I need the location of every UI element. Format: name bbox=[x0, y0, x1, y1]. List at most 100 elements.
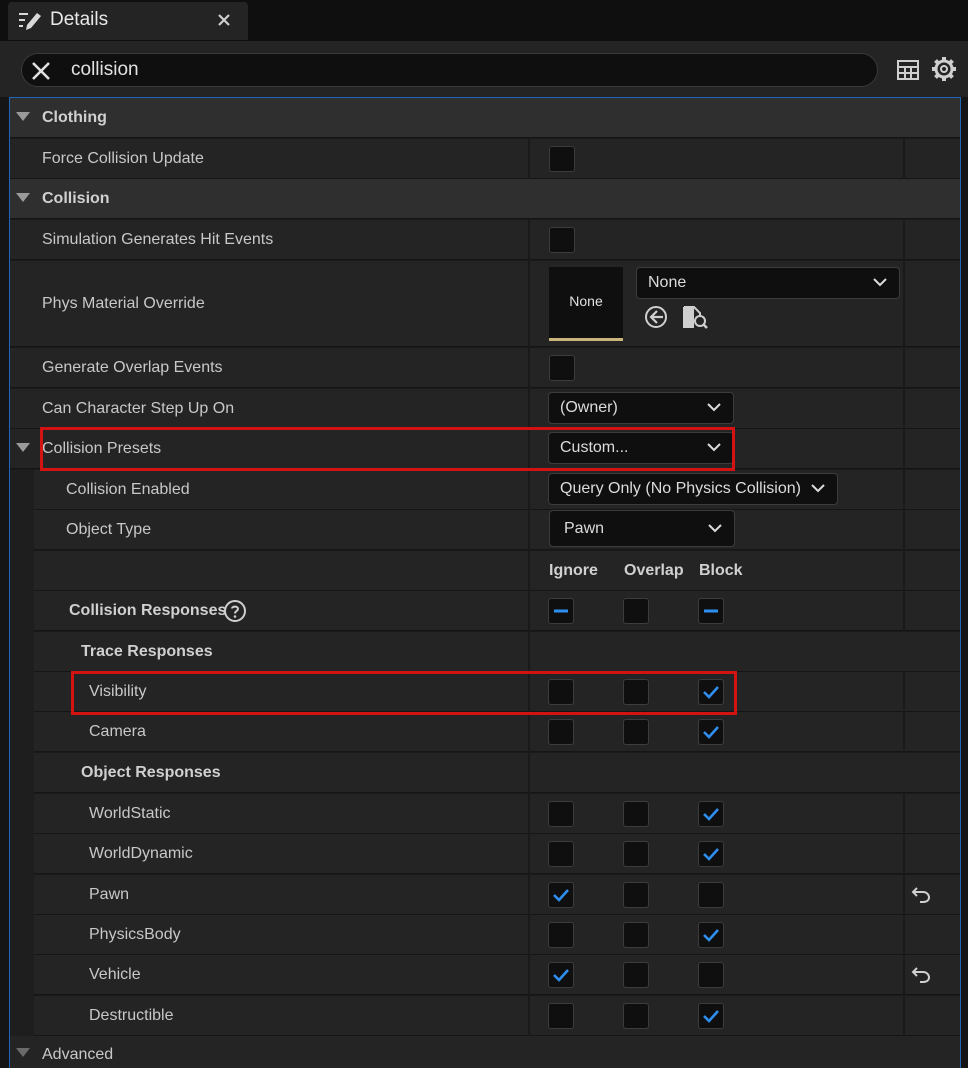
property-row: Object Type Pawn bbox=[34, 510, 960, 550]
block-checkbox[interactable] bbox=[698, 1002, 724, 1029]
collision-responses-ignore-checkbox[interactable] bbox=[548, 598, 574, 624]
property-row: Collision Presets Custom... bbox=[10, 429, 960, 469]
overlap-checkbox[interactable] bbox=[623, 921, 649, 948]
channel-label: Pawn bbox=[89, 885, 130, 903]
ignore-checkbox[interactable] bbox=[548, 1002, 574, 1029]
expand-arrow-icon[interactable] bbox=[16, 112, 30, 121]
table-view-icon[interactable] bbox=[896, 58, 920, 82]
details-tab[interactable]: Details bbox=[8, 2, 248, 40]
ignore-checkbox[interactable] bbox=[548, 719, 574, 746]
details-panel: Clothing Force Collision Update Collisio… bbox=[9, 97, 961, 1068]
chevron-down-icon bbox=[707, 443, 721, 452]
edit-details-icon bbox=[19, 13, 41, 30]
block-checkbox[interactable] bbox=[698, 921, 724, 948]
search-box[interactable] bbox=[21, 53, 878, 87]
ignore-checkbox[interactable] bbox=[548, 962, 574, 989]
block-checkbox[interactable] bbox=[698, 719, 724, 746]
dropdown-value: (Owner) bbox=[560, 399, 618, 416]
property-label: Collision Responses bbox=[69, 602, 227, 619]
search-input[interactable] bbox=[71, 57, 851, 83]
property-row: Force Collision Update bbox=[10, 139, 960, 179]
overlap-checkbox[interactable] bbox=[623, 801, 649, 827]
category-clothing[interactable]: Clothing bbox=[10, 98, 960, 138]
collision-responses-overlap-checkbox[interactable] bbox=[623, 598, 649, 624]
gear-icon[interactable] bbox=[931, 56, 957, 82]
ignore-checkbox[interactable] bbox=[548, 679, 574, 705]
ignore-checkbox[interactable] bbox=[548, 881, 574, 908]
channel-row: Pawn bbox=[34, 874, 960, 915]
asset-thumbnail[interactable]: None bbox=[549, 267, 623, 341]
expand-arrow-icon[interactable] bbox=[16, 1048, 30, 1057]
category-advanced[interactable]: Advanced bbox=[10, 1036, 960, 1068]
ignore-checkbox[interactable] bbox=[548, 921, 574, 948]
tab-bar: Details bbox=[0, 0, 968, 41]
reset-to-default-icon[interactable] bbox=[911, 966, 931, 984]
property-row: Simulation Generates Hit Events bbox=[10, 220, 960, 260]
channel-label: Visibility bbox=[89, 683, 147, 700]
clear-search-icon[interactable] bbox=[30, 60, 52, 82]
overlap-checkbox[interactable] bbox=[623, 962, 649, 989]
thumbnail-label: None bbox=[569, 293, 603, 309]
channel-label: Vehicle bbox=[89, 966, 141, 984]
reset-to-default-icon[interactable] bbox=[911, 886, 931, 904]
response-column-headers: Ignore Overlap Block bbox=[34, 551, 960, 591]
indent-gutter bbox=[10, 470, 34, 1036]
ignore-checkbox[interactable] bbox=[548, 841, 574, 868]
help-icon[interactable] bbox=[223, 599, 247, 623]
category-label: Advanced bbox=[42, 1046, 114, 1063]
object-type-dropdown[interactable]: Pawn bbox=[549, 510, 735, 547]
collision-presets-dropdown[interactable]: Custom... bbox=[548, 432, 734, 464]
phys-material-dropdown[interactable]: None bbox=[636, 267, 900, 299]
can-step-up-dropdown[interactable]: (Owner) bbox=[548, 392, 734, 424]
close-icon[interactable] bbox=[214, 10, 234, 30]
property-label: Simulation Generates Hit Events bbox=[42, 231, 274, 248]
expand-arrow-icon[interactable] bbox=[16, 193, 30, 202]
property-row: Can Character Step Up On (Owner) bbox=[10, 389, 960, 429]
property-label: Phys Material Override bbox=[42, 295, 205, 312]
dropdown-value: Query Only (No Physics Collision) bbox=[560, 480, 801, 497]
channel-row: WorldStatic bbox=[34, 794, 960, 834]
category-collision[interactable]: Collision bbox=[10, 179, 960, 219]
column-header-overlap: Overlap bbox=[624, 562, 684, 579]
property-row: Generate Overlap Events bbox=[10, 348, 960, 388]
dropdown-value: None bbox=[648, 274, 687, 291]
block-checkbox[interactable] bbox=[698, 881, 724, 908]
overlap-checkbox[interactable] bbox=[623, 719, 649, 746]
property-label: Object Type bbox=[66, 521, 152, 538]
ignore-checkbox[interactable] bbox=[548, 801, 574, 827]
overlap-checkbox[interactable] bbox=[623, 679, 649, 705]
block-checkbox[interactable] bbox=[698, 841, 724, 868]
chevron-down-icon bbox=[708, 524, 722, 533]
collision-enabled-dropdown[interactable]: Query Only (No Physics Collision) bbox=[548, 473, 838, 505]
block-checkbox[interactable] bbox=[698, 679, 724, 705]
dropdown-value: Pawn bbox=[564, 520, 605, 537]
block-checkbox[interactable] bbox=[698, 801, 724, 827]
expand-arrow-icon[interactable] bbox=[16, 443, 30, 452]
channel-label: WorldDynamic bbox=[89, 845, 193, 863]
column-header-block: Block bbox=[699, 562, 743, 579]
block-checkbox[interactable] bbox=[698, 962, 724, 989]
property-label: Trace Responses bbox=[81, 643, 213, 660]
column-header-ignore: Ignore bbox=[549, 562, 598, 579]
sim-hit-events-checkbox[interactable] bbox=[549, 227, 575, 253]
collision-responses-block-checkbox[interactable] bbox=[698, 598, 724, 624]
property-row: Collision Responses bbox=[34, 591, 960, 631]
property-label: Collision Presets bbox=[42, 440, 162, 457]
channel-row: PhysicsBody bbox=[34, 914, 960, 955]
tab-title: Details bbox=[50, 9, 109, 30]
browse-asset-icon[interactable] bbox=[682, 304, 708, 330]
channel-row: Visibility bbox=[34, 672, 960, 712]
overlap-checkbox[interactable] bbox=[623, 1002, 649, 1029]
use-selected-asset-icon[interactable] bbox=[644, 305, 668, 329]
channel-row: Destructible bbox=[34, 995, 960, 1036]
property-label: Can Character Step Up On bbox=[42, 400, 235, 417]
channel-label: Camera bbox=[89, 723, 146, 741]
overlap-checkbox[interactable] bbox=[623, 881, 649, 908]
property-row: Collision Enabled Query Only (No Physics… bbox=[34, 470, 960, 510]
overlap-checkbox[interactable] bbox=[623, 841, 649, 868]
chevron-down-icon bbox=[873, 278, 887, 287]
property-row: Trace Responses bbox=[34, 632, 960, 672]
category-label: Collision bbox=[42, 190, 110, 207]
force-collision-update-checkbox[interactable] bbox=[549, 146, 575, 172]
generate-overlap-events-checkbox[interactable] bbox=[549, 355, 575, 381]
